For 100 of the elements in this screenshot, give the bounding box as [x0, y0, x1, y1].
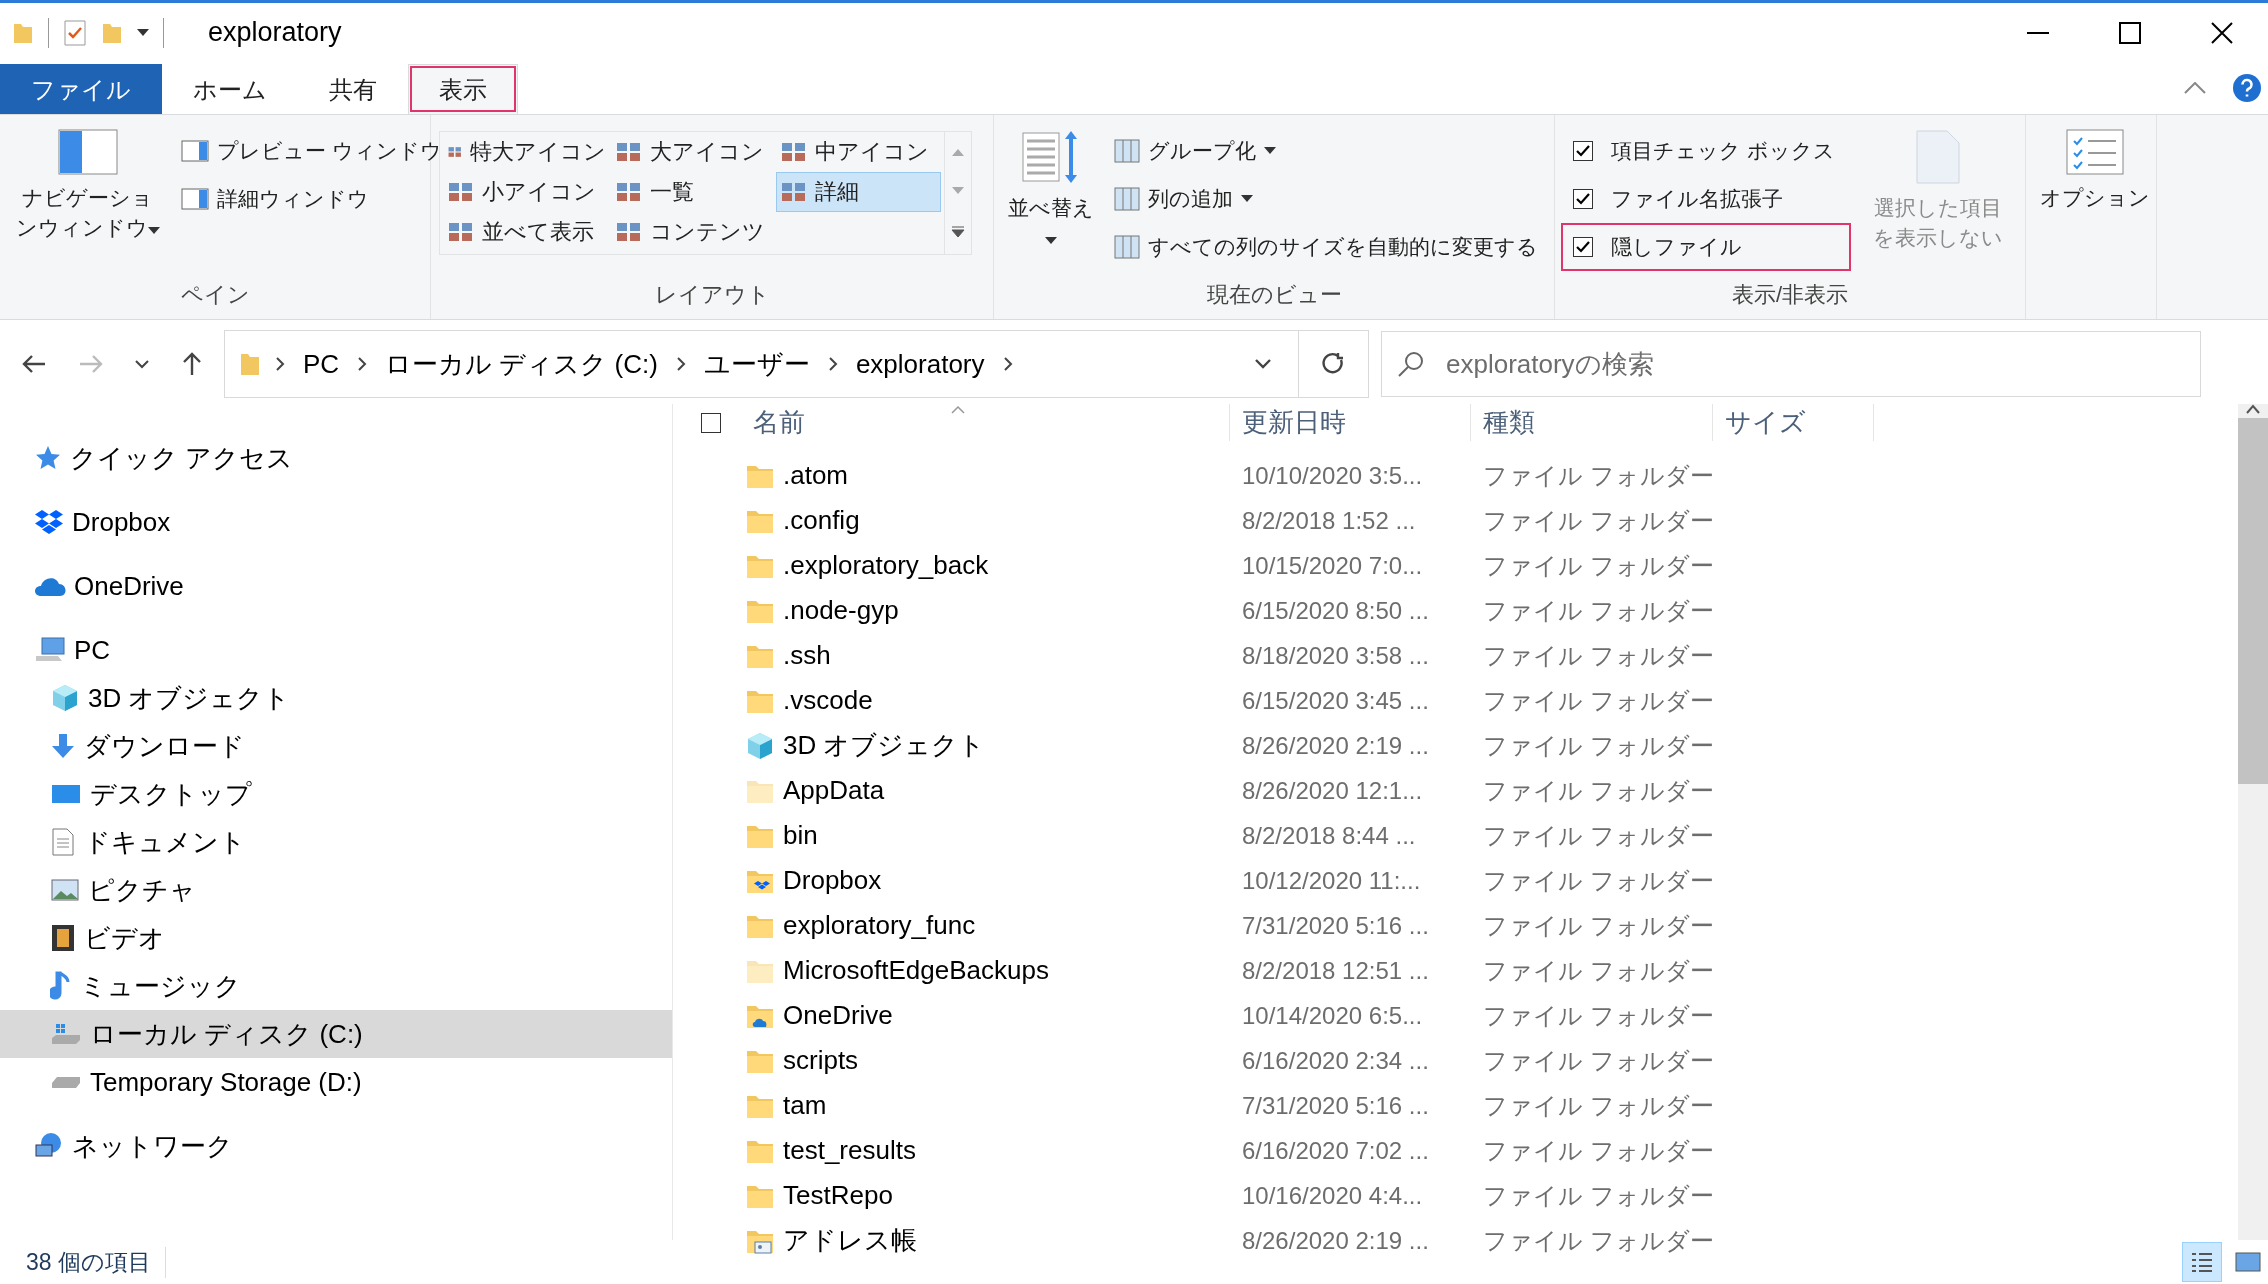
ribbon-tab[interactable]: 表示 [408, 64, 518, 114]
nav-item[interactable]: Temporary Storage (D:) [0, 1058, 672, 1106]
view-button[interactable]: すべての列のサイズを自動的に変更する [1110, 225, 1542, 269]
file-name[interactable]: scripts [741, 1045, 1230, 1076]
nav-item[interactable]: ピクチャ [0, 866, 672, 914]
forward-arrow-icon [78, 354, 103, 374]
layout-option[interactable]: 特大アイコン [443, 132, 611, 172]
up-arrow-icon [181, 352, 202, 376]
table-cell-text: 6/15/2020 3:45 ... [1241, 685, 1430, 716]
file-name[interactable]: .ssh [741, 640, 1230, 671]
ribbon-tab[interactable]: 共有 [298, 64, 408, 114]
file-name[interactable]: .atom [741, 460, 1230, 491]
file-name[interactable]: .config [741, 505, 1230, 536]
nav-item[interactable]: PC [0, 626, 672, 674]
file-name[interactable]: 3D オブジェクト [741, 728, 1230, 763]
file-name[interactable]: AppData [741, 775, 1230, 806]
nav-item[interactable]: デスクトップ [0, 770, 672, 818]
group-label: ペイン [179, 281, 251, 309]
file-name[interactable]: .node-gyp [741, 595, 1230, 626]
scrollbar[interactable] [2238, 404, 2268, 1240]
checkbox-option[interactable]: ファイル名拡張子 [1563, 177, 1849, 221]
pane-icon [181, 188, 209, 210]
options-button[interactable]: オプション [2034, 125, 2156, 319]
checkbox[interactable] [1573, 237, 1593, 257]
file-name[interactable]: exploratory_func [741, 910, 1230, 941]
breadcrumb[interactable]: ローカル ディスク (C:) [381, 346, 662, 382]
breadcrumb[interactable]: PC [299, 348, 344, 380]
nav-item[interactable]: ドキュメント [0, 818, 672, 866]
layout-option[interactable]: 小アイコン [443, 172, 611, 212]
file-name[interactable]: tam [741, 1090, 1230, 1121]
scrollbar-thumb[interactable] [2238, 418, 2268, 784]
select-all-checkbox[interactable] [701, 412, 721, 433]
view-button[interactable]: グループ化 [1110, 129, 1542, 173]
check-icon [1576, 145, 1590, 157]
checkbox[interactable] [1573, 141, 1593, 161]
table-cell-text: 10/14/2020 6:5... [1241, 1000, 1424, 1031]
table-cell-text: ファイル フォルダー [1482, 1225, 1713, 1256]
file-name[interactable]: test_results [741, 1135, 1230, 1166]
file-tab[interactable]: ファイル [0, 64, 162, 114]
details-view-button[interactable] [2182, 1242, 2222, 1282]
document-icon [1915, 129, 1962, 185]
layout-option[interactable]: 一覧 [611, 172, 776, 212]
pane-icon [181, 140, 209, 162]
nav-item[interactable]: OneDrive [0, 562, 672, 610]
table-cell-text: 6/16/2020 2:34 ... [1241, 1045, 1430, 1076]
address-bar[interactable]: PC ローカル ディスク (C:) ユーザー exploratory [224, 330, 1369, 398]
layout-option[interactable]: 大アイコン [611, 132, 776, 172]
group-label: 表示/非表示 [1730, 281, 1850, 309]
file-name[interactable]: MicrosoftEdgeBackups [741, 955, 1230, 986]
layout-icon [448, 221, 474, 243]
table-cell-text: 10/10/2020 3:5... [1241, 460, 1424, 491]
maximize-icon [2119, 21, 2141, 44]
file-name[interactable]: アドレス帳 [741, 1223, 1230, 1258]
cube-icon [50, 683, 80, 713]
file-name[interactable]: .exploratory_back [741, 550, 1230, 581]
view-button[interactable]: 列の追加 [1110, 177, 1542, 221]
navigation-pane-button[interactable]: ナビゲーションウィンドウ [8, 125, 167, 275]
column-header[interactable]: 名前 [741, 404, 1230, 441]
layout-option[interactable]: 詳細 [776, 172, 941, 212]
nav-item[interactable]: ビデオ [0, 914, 672, 962]
ribbon-tab[interactable]: ホーム [162, 64, 298, 114]
column-header[interactable]: 種類 [1471, 404, 1713, 441]
file-name[interactable]: TestRepo [741, 1180, 1230, 1211]
pane-button[interactable]: プレビュー ウィンドウ [177, 129, 446, 173]
column-header[interactable]: サイズ [1713, 404, 1874, 441]
cloud-icon [34, 575, 66, 597]
layout-option[interactable]: 並べて表示 [443, 212, 611, 252]
nav-item[interactable]: ネットワーク [0, 1122, 672, 1170]
nav-item[interactable]: ダウンロード [0, 722, 672, 770]
table-cell-text: ファイル フォルダー [1482, 505, 1713, 536]
checkbox-option[interactable]: 隠しファイル [1563, 225, 1849, 269]
checkbox-option[interactable]: 項目チェック ボックス [1563, 129, 1849, 173]
sort-button[interactable]: 並べ替え [1002, 125, 1100, 275]
details-view-icon [2190, 1251, 2214, 1273]
file-name[interactable]: Dropbox [741, 865, 1230, 896]
file-name[interactable]: .vscode [741, 685, 1230, 716]
layout-option[interactable]: コンテンツ [611, 212, 776, 252]
nav-item[interactable]: ローカル ディスク (C:) [0, 1010, 672, 1058]
search-field[interactable]: exploratoryの検索 [1381, 331, 2201, 397]
caret-icon [1264, 147, 1276, 155]
layout-icon [616, 181, 642, 203]
layout-option[interactable]: 中アイコン [776, 132, 941, 172]
nav-item[interactable]: 3D オブジェクト [0, 674, 672, 722]
file-name[interactable]: OneDrive [741, 1000, 1230, 1031]
checkbox[interactable] [1573, 189, 1593, 209]
nav-item[interactable]: ミュージック [0, 962, 672, 1010]
pane-button[interactable]: 詳細ウィンドウ [177, 177, 446, 221]
breadcrumb[interactable]: exploratory [851, 348, 989, 380]
file-name[interactable]: bin [741, 820, 1230, 851]
table-cell-text: ファイル フォルダー [1482, 1090, 1713, 1121]
breadcrumb[interactable]: ユーザー [699, 346, 814, 382]
caret-icon [1254, 358, 1272, 370]
table-cell-text: 10/16/2020 4:4... [1241, 1180, 1424, 1211]
nav-item[interactable]: クイック アクセス [0, 434, 672, 482]
nav-item[interactable]: Dropbox [0, 498, 672, 546]
column-header[interactable]: 更新日時 [1230, 404, 1471, 441]
music-note-icon [50, 971, 72, 1001]
caret-icon [147, 227, 160, 235]
layout-icon [616, 141, 642, 163]
layout-icon [781, 181, 807, 203]
